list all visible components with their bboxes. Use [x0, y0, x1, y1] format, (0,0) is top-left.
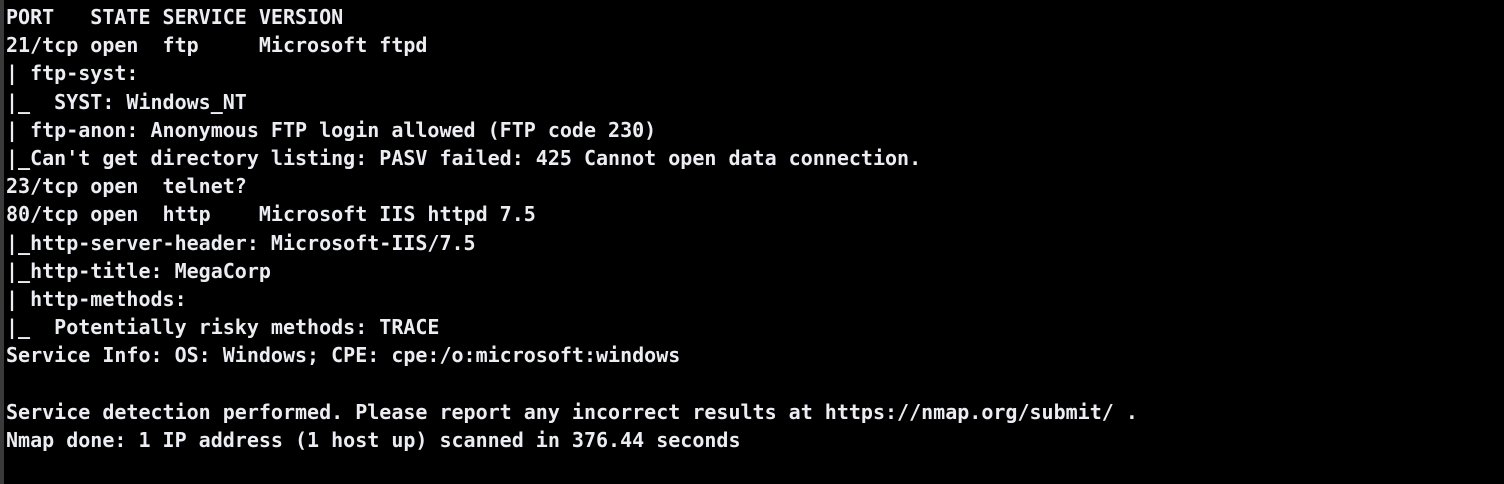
port-21-line: 21/tcp open ftp Microsoft ftpd	[6, 33, 428, 58]
terminal-header-line: PORT STATE SERVICE VERSION	[6, 5, 344, 29]
script-output-line: |_http-title: MegaCorp	[6, 258, 271, 283]
script-output-line: | ftp-anon: Anonymous FTP login allowed …	[6, 117, 657, 142]
script-output-line: |_ Potentially risky methods: TRACE	[6, 315, 440, 340]
service-detection-line: Service detection performed. Please repo…	[6, 399, 1138, 424]
terminal-output[interactable]: PORT STATE SERVICE VERSION 21/tcp open f…	[0, 0, 1504, 484]
script-output-line: | http-methods:	[6, 286, 199, 311]
script-output-line: |_http-server-header: Microsoft-IIS/7.5	[6, 230, 476, 255]
port-23-line: 23/tcp open telnet?	[6, 174, 247, 199]
script-output-line: |_Can't get directory listing: PASV fail…	[6, 145, 922, 170]
nmap-done-line: Nmap done: 1 IP address (1 host up) scan…	[6, 427, 741, 452]
script-output-line: | ftp-syst:	[6, 61, 151, 86]
script-output-line: |_ SYST: Windows_NT	[6, 89, 247, 114]
service-info-line: Service Info: OS: Windows; CPE: cpe:/o:m…	[6, 343, 681, 368]
port-80-line: 80/tcp open http Microsoft IIS httpd 7.5	[6, 202, 536, 227]
